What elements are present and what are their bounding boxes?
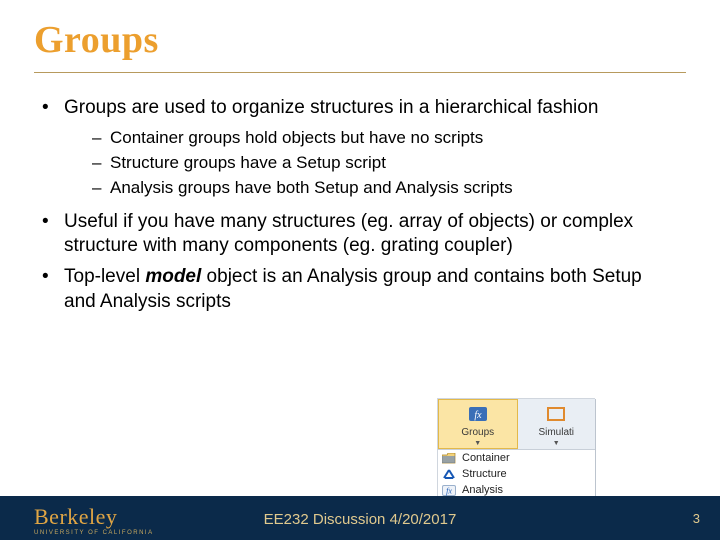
svg-text:fx: fx — [446, 486, 452, 495]
logo-tagline: UNIVERSITY OF CALIFORNIA — [34, 530, 154, 536]
ribbon-screenshot: fx Groups ▼ Simulati ▼ — [437, 398, 595, 496]
sub-bullet-text: Analysis groups have both Setup and Anal… — [110, 177, 662, 200]
sub-bullet-item: – Container groups hold objects but have… — [92, 127, 662, 150]
svg-text:fx: fx — [474, 410, 482, 421]
bullet-text: Groups are used to organize structures i… — [64, 96, 662, 121]
emphasized-word: model — [145, 266, 201, 287]
slide-body: • Groups are used to organize structures… — [42, 96, 662, 320]
menu-item-structure[interactable]: Structure — [438, 466, 595, 482]
dropdown-menu: Container Structure fx — [438, 449, 595, 498]
menu-item-label: Structure — [462, 468, 507, 480]
fx-group-icon: fx — [467, 403, 489, 425]
menu-item-label: Container — [462, 452, 510, 464]
ribbon-button-groups[interactable]: fx Groups ▼ — [438, 399, 518, 449]
structure-icon — [442, 468, 456, 480]
bullet-item: • Groups are used to organize structures… — [42, 96, 662, 121]
bullet-text: Useful if you have many structures (eg. … — [64, 210, 662, 259]
sub-list: – Container groups hold objects but have… — [92, 127, 662, 200]
footer-center-text: EE232 Discussion 4/20/2017 — [0, 511, 720, 528]
title-underline — [34, 72, 686, 73]
bullet-text: Top-level model object is an Analysis gr… — [64, 265, 662, 314]
menu-item-label: Analysis — [462, 484, 503, 496]
ribbon-button-simulation[interactable]: Simulati ▼ — [518, 399, 596, 449]
dash-icon: – — [92, 152, 110, 175]
fx-small-icon: fx — [442, 484, 456, 496]
bullet-dot-icon: • — [42, 210, 64, 235]
sub-bullet-text: Container groups hold objects but have n… — [110, 127, 662, 150]
slide-title: Groups — [34, 18, 159, 62]
ribbon-button-label: Simulati — [538, 427, 574, 438]
menu-item-container[interactable]: Container — [438, 450, 595, 466]
simulation-region-icon — [545, 403, 567, 425]
dash-icon: – — [92, 177, 110, 200]
slide: Groups • Groups are used to organize str… — [0, 0, 720, 540]
text-fragment: Top-level — [64, 266, 145, 287]
ribbon-row: fx Groups ▼ Simulati ▼ — [438, 399, 595, 449]
sub-bullet-item: – Structure groups have a Setup script — [92, 152, 662, 175]
sub-bullet-text: Structure groups have a Setup script — [110, 152, 662, 175]
chevron-down-icon: ▼ — [474, 440, 481, 447]
bullet-dot-icon: • — [42, 265, 64, 290]
dash-icon: – — [92, 127, 110, 150]
folder-icon — [442, 452, 456, 464]
chevron-down-icon: ▼ — [553, 440, 560, 447]
page-number: 3 — [693, 511, 700, 526]
bullet-item: • Useful if you have many structures (eg… — [42, 210, 662, 259]
sub-bullet-item: – Analysis groups have both Setup and An… — [92, 177, 662, 200]
ribbon-button-label: Groups — [461, 427, 494, 438]
bullet-dot-icon: • — [42, 96, 64, 121]
bullet-item: • Top-level model object is an Analysis … — [42, 265, 662, 314]
